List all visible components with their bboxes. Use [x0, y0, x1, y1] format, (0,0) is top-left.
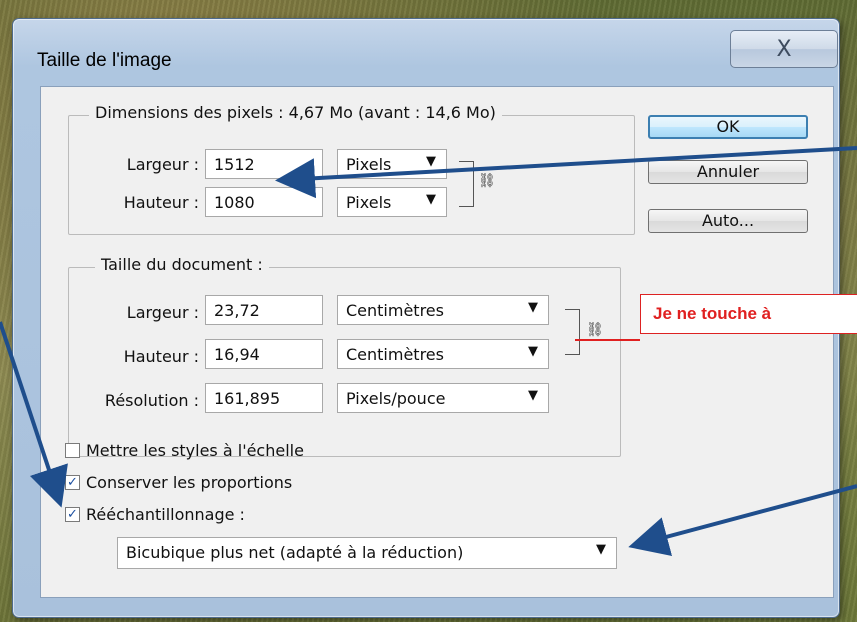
arrow-to-resample-method — [628, 484, 857, 557]
annotation-arrows — [0, 146, 857, 557]
arrow-to-constrain-checkbox — [0, 321, 68, 508]
arrow-to-width-field — [275, 146, 857, 199]
